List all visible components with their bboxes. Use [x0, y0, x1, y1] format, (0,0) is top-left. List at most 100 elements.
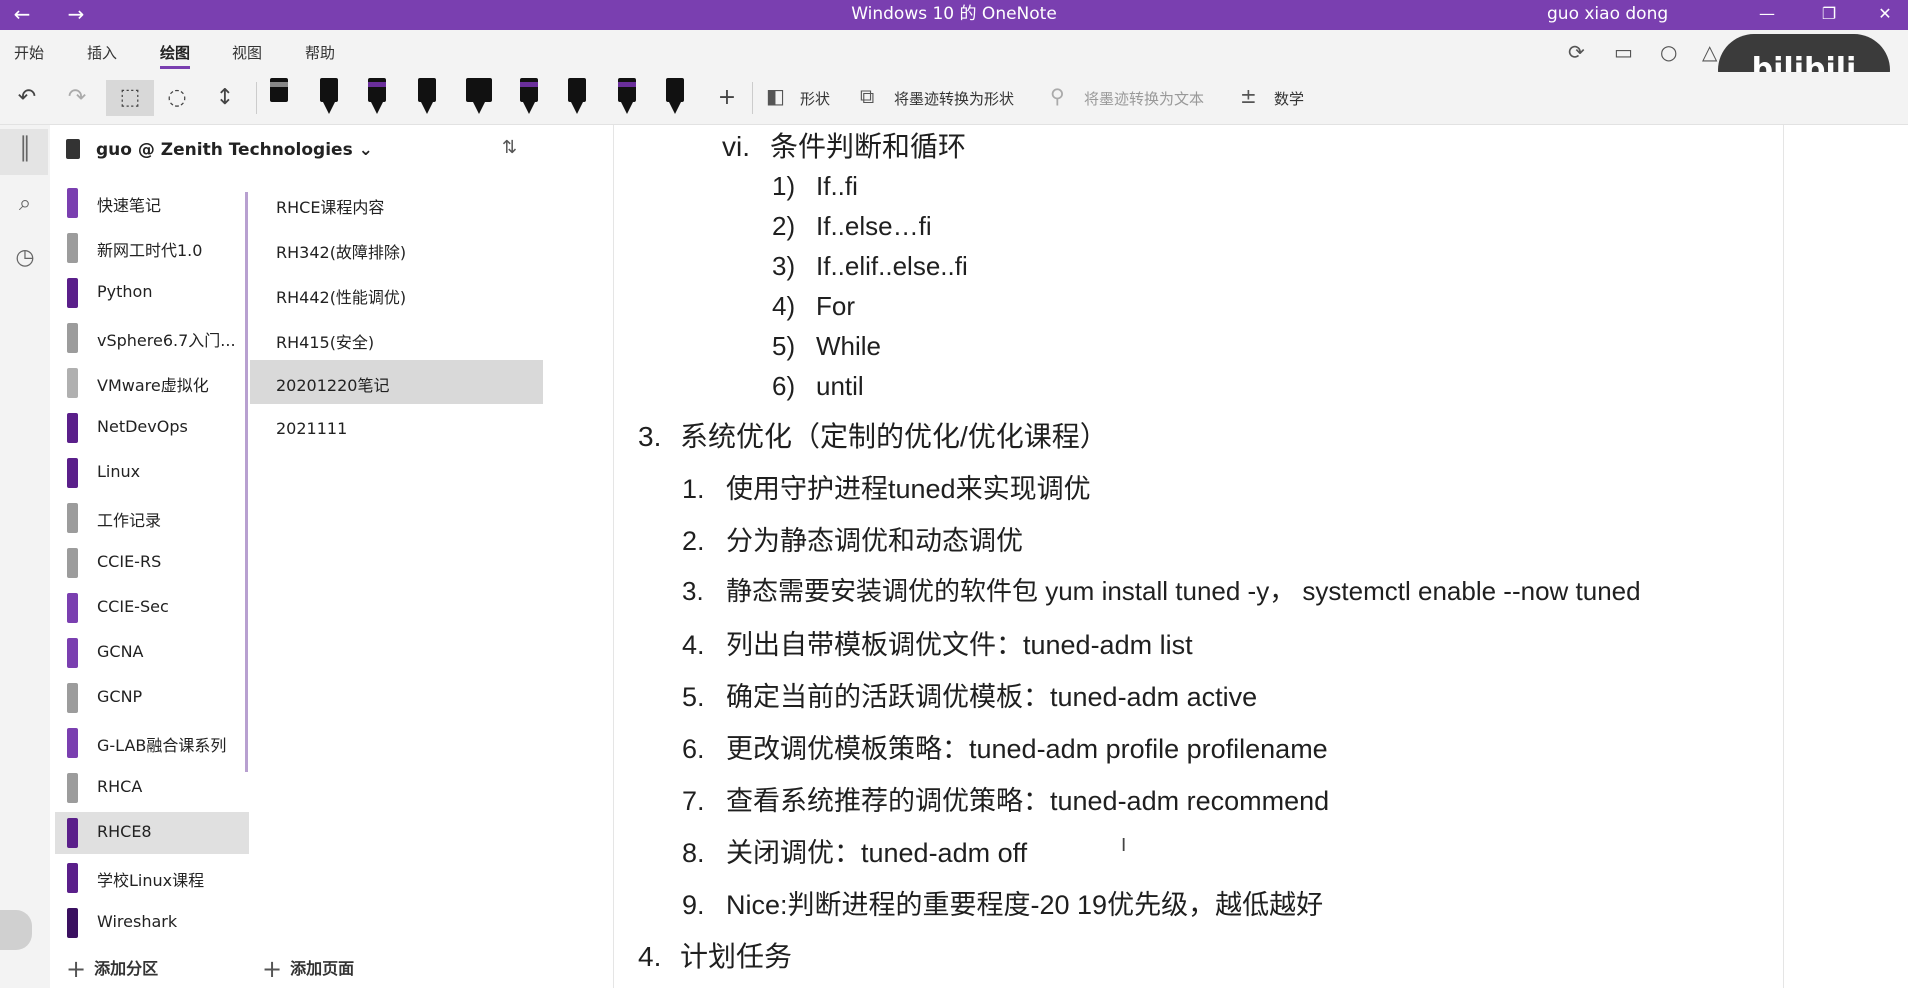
outline-heading-3[interactable]: 3. 系统优化（定制的优化/优化课程）: [638, 415, 1108, 455]
section-item[interactable]: 快速笔记: [55, 182, 249, 224]
add-page-button[interactable]: + 添加页面: [262, 955, 354, 983]
outline-item[interactable]: 3. 静态需要安装调优的软件包 yum install tuned -y， sys…: [682, 571, 1641, 608]
outline-item[interactable]: 6) until: [772, 371, 864, 402]
outline-item[interactable]: 9. Nice:判断进程的重要程度-20 19优先级，越低越好: [682, 883, 1323, 922]
content-left-border: [613, 125, 614, 988]
notebook-header[interactable]: guo @ Zenith Technologies ⌄ ⇅: [50, 125, 550, 175]
lasso-select-icon[interactable]: ⬚: [106, 80, 154, 116]
tab-draw[interactable]: 绘图: [160, 42, 191, 69]
pen-black-2-icon[interactable]: [412, 78, 442, 118]
user-name[interactable]: guo xiao dong: [1547, 0, 1668, 28]
ink-to-text-button: 将墨迹转换为文本: [1084, 90, 1205, 108]
math-button[interactable]: 数学: [1274, 88, 1304, 109]
chevron-down-icon: ⌄: [358, 140, 373, 160]
outline-item[interactable]: 1. 使用守护进程tuned来实现调优: [682, 467, 1091, 506]
outline-item[interactable]: 3) If..elif..else..fi: [772, 251, 968, 282]
toolbar-separator: [256, 82, 257, 114]
plus-icon: +: [262, 955, 283, 983]
add-section-button[interactable]: + 添加分区: [66, 955, 158, 983]
pen-purple-icon[interactable]: [362, 78, 392, 118]
minimize-button[interactable]: —: [1744, 0, 1790, 30]
add-pen-icon[interactable]: +: [710, 80, 744, 116]
outline-item[interactable]: 5. 确定当前的活跃调优模板：tuned-adm active: [682, 675, 1257, 714]
sort-icon[interactable]: ⇅: [502, 137, 517, 158]
lasso-icon[interactable]: ◌: [160, 80, 194, 116]
outline-heading-vi[interactable]: vi. 条件判断和循环: [722, 125, 966, 165]
toolbar-separator-2: [752, 82, 753, 114]
section-item[interactable]: 工作记录: [55, 497, 249, 539]
section-item[interactable]: RHCA: [55, 767, 249, 809]
section-item[interactable]: 学校Linux课程: [55, 857, 249, 899]
section-item[interactable]: CCIE-RS: [55, 542, 249, 584]
section-item[interactable]: Wireshark: [55, 902, 249, 944]
page-item-selected[interactable]: 20201220笔记: [250, 360, 543, 404]
outline-item[interactable]: 1) If..fi: [772, 171, 858, 202]
add-space-icon[interactable]: ↕: [208, 80, 242, 116]
page-item[interactable]: RHCE课程内容: [250, 182, 543, 226]
ink-to-shape-icon[interactable]: ⧉: [860, 84, 874, 108]
redo-icon[interactable]: ↷: [60, 80, 94, 116]
undo-icon[interactable]: ↶: [10, 80, 44, 116]
pen-black-4-icon[interactable]: [660, 78, 690, 118]
section-item-selected[interactable]: RHCE8: [55, 812, 249, 854]
math-icon[interactable]: ±: [1240, 84, 1257, 108]
notebook-icon: [66, 139, 80, 159]
pen-purple-2-icon[interactable]: [514, 78, 544, 118]
shapes-icon[interactable]: ◧: [766, 84, 785, 108]
section-item[interactable]: Linux: [55, 452, 249, 494]
tab-insert[interactable]: 插入: [87, 42, 117, 63]
nav-rail: ║ ⌕ ◷: [0, 125, 50, 988]
recent-clock-icon[interactable]: ◷: [10, 245, 40, 270]
restore-button[interactable]: ❐: [1806, 0, 1852, 30]
outline-item[interactable]: 6. 更改调优模板策略：tuned-adm profile profilename: [682, 727, 1328, 766]
page-item[interactable]: RH342(故障排除): [250, 227, 543, 271]
notebook-name[interactable]: guo @ Zenith Technologies ⌄: [96, 140, 373, 160]
pen-black-icon[interactable]: [314, 78, 344, 118]
notebook-view-icon[interactable]: ▭: [1614, 40, 1633, 64]
highlighter-icon[interactable]: [464, 78, 494, 118]
feedback-icon[interactable]: [0, 910, 32, 950]
title-bar: ← → Windows 10 的 OneNote guo xiao dong —…: [0, 0, 1908, 30]
close-button[interactable]: ✕: [1862, 0, 1908, 30]
pen-purple-3-icon[interactable]: [612, 78, 642, 118]
tab-view[interactable]: 视图: [232, 42, 262, 63]
eraser-pen-icon[interactable]: [264, 78, 294, 118]
tab-home[interactable]: 开始: [14, 42, 44, 63]
ink-to-text-icon: ⚲: [1050, 84, 1065, 108]
plus-icon: +: [66, 955, 87, 983]
page-item[interactable]: RH442(性能调优): [250, 272, 543, 316]
outline-item[interactable]: 2) If..else…fi: [772, 211, 932, 242]
shapes-button[interactable]: 形状: [800, 88, 830, 109]
section-color-strip: [245, 192, 248, 772]
pen-black-3-icon[interactable]: [562, 78, 592, 118]
tab-help[interactable]: 帮助: [305, 42, 335, 63]
ink-to-shape-button[interactable]: 将墨迹转换为形状: [894, 88, 1014, 109]
section-item[interactable]: GCNA: [55, 632, 249, 674]
content-right-border: [1783, 125, 1784, 988]
outline-item[interactable]: 4) For: [772, 291, 855, 322]
section-item[interactable]: CCIE-Sec: [55, 587, 249, 629]
outline-heading-4[interactable]: 4. 计划任务: [638, 935, 792, 975]
draw-toolbar: ↶ ↷ ⬚ ◌ ↕ + ◧ 形状 ⧉ 将墨迹转换为形状 ⚲ 将墨迹转换为文本 ±…: [0, 72, 1908, 125]
page-item[interactable]: RH415(安全): [250, 317, 543, 361]
bell-icon[interactable]: △: [1702, 40, 1717, 64]
text-cursor-icon: I: [1121, 835, 1127, 856]
section-item[interactable]: Python: [55, 272, 249, 314]
outline-item[interactable]: 5) While: [772, 331, 881, 362]
sync-icon[interactable]: ⟳: [1568, 40, 1585, 64]
page-item[interactable]: 2021111: [250, 407, 543, 451]
section-item[interactable]: G-LAB融合课系列: [55, 722, 249, 764]
outline-item[interactable]: 8. 关闭调优：tuned-adm off: [682, 831, 1027, 870]
outline-item[interactable]: 4. 列出自带模板调优文件：tuned-adm list: [682, 623, 1193, 662]
section-item[interactable]: 新网工时代1.0: [55, 227, 249, 269]
outline-item[interactable]: 2. 分为静态调优和动态调优: [682, 519, 1023, 558]
notebooks-icon[interactable]: ║: [10, 137, 40, 162]
section-item[interactable]: GCNP: [55, 677, 249, 719]
section-item[interactable]: NetDevOps: [55, 407, 249, 449]
page-content[interactable]: vi. 条件判断和循环 1) If..fi 2) If..else…fi 3) If..…: [620, 125, 1780, 988]
lightbulb-icon[interactable]: ○: [1660, 40, 1677, 64]
outline-item[interactable]: 7. 查看系统推荐的调优策略：tuned-adm recommend: [682, 779, 1329, 818]
search-icon[interactable]: ⌕: [10, 191, 40, 216]
section-item[interactable]: vSphere6.7入门...: [55, 317, 249, 359]
section-item[interactable]: VMware虚拟化: [55, 362, 249, 404]
